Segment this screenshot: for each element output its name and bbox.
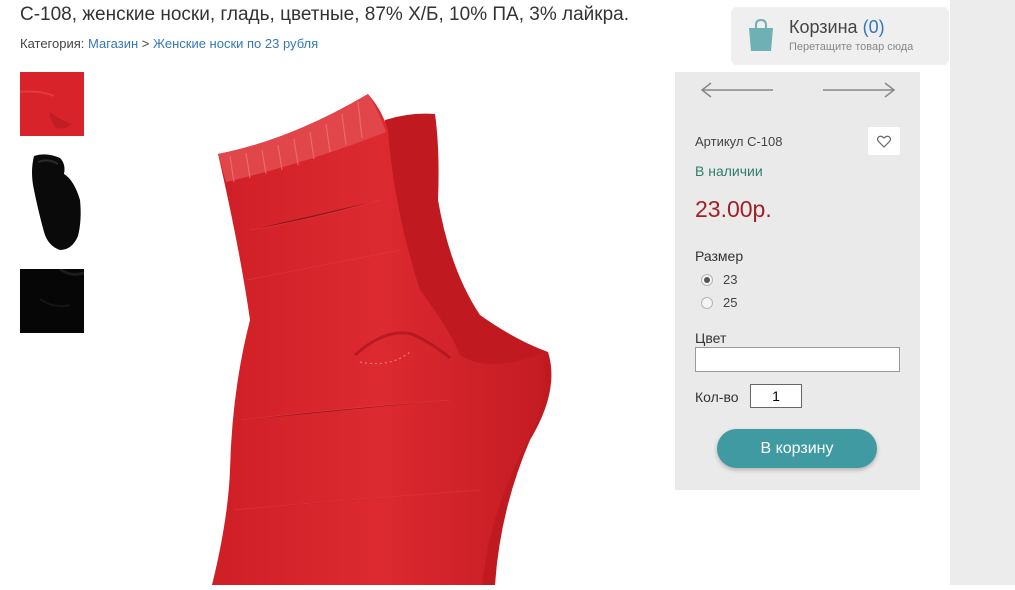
cart-count: (0) [862,17,885,37]
quantity-input[interactable] [750,384,802,408]
cart-title-text: Корзина [789,17,858,37]
shopping-bag-icon [749,18,773,51]
add-to-cart-button[interactable]: В корзину [717,429,877,468]
thumbnail-red-sock[interactable] [20,72,84,136]
color-field[interactable] [695,347,900,372]
product-title: С-108, женские носки, гладь, цветные, 87… [20,4,629,25]
breadcrumb-link-shop[interactable]: Магазин [88,36,138,51]
add-to-favorites-button[interactable] [868,127,900,155]
right-margin [950,0,1015,585]
color-label: Цвет [695,330,727,346]
size-option-label: 25 [723,295,738,310]
breadcrumb-prefix: Категория: [20,36,85,51]
breadcrumb: Категория: Магазин > Женские носки по 23… [20,36,318,51]
product-options-panel: Артикул С-108 В наличии 23.00р. Размер 2… [675,72,920,490]
cart-drop-hint: Перетащите товар сюда [789,41,914,53]
product-main-image [150,90,600,585]
product-sku: Артикул С-108 [695,134,783,149]
cart-title: Корзина (0) [789,17,885,38]
size-option-25[interactable]: 25 [701,295,737,310]
stock-status: В наличии [695,163,763,179]
breadcrumb-separator: > [138,36,153,51]
product-price: 23.00р. [695,196,772,222]
radio-button-checked[interactable] [701,273,713,286]
heart-icon [877,135,891,148]
size-label: Размер [695,248,744,264]
cart-widget[interactable]: Корзина (0) Перетащите товар сюда [731,7,949,65]
thumbnail-black-sock[interactable] [20,269,84,333]
breadcrumb-link-category[interactable]: Женские носки по 23 рубля [153,36,318,51]
thumbnail-black-short-sock[interactable] [20,150,84,252]
previous-product-arrow-icon[interactable] [699,80,775,100]
size-option-label: 23 [723,272,738,287]
quantity-label: Кол-во [695,389,739,405]
size-option-23[interactable]: 23 [701,272,737,287]
next-product-arrow-icon[interactable] [821,80,897,100]
radio-button[interactable] [701,296,713,309]
